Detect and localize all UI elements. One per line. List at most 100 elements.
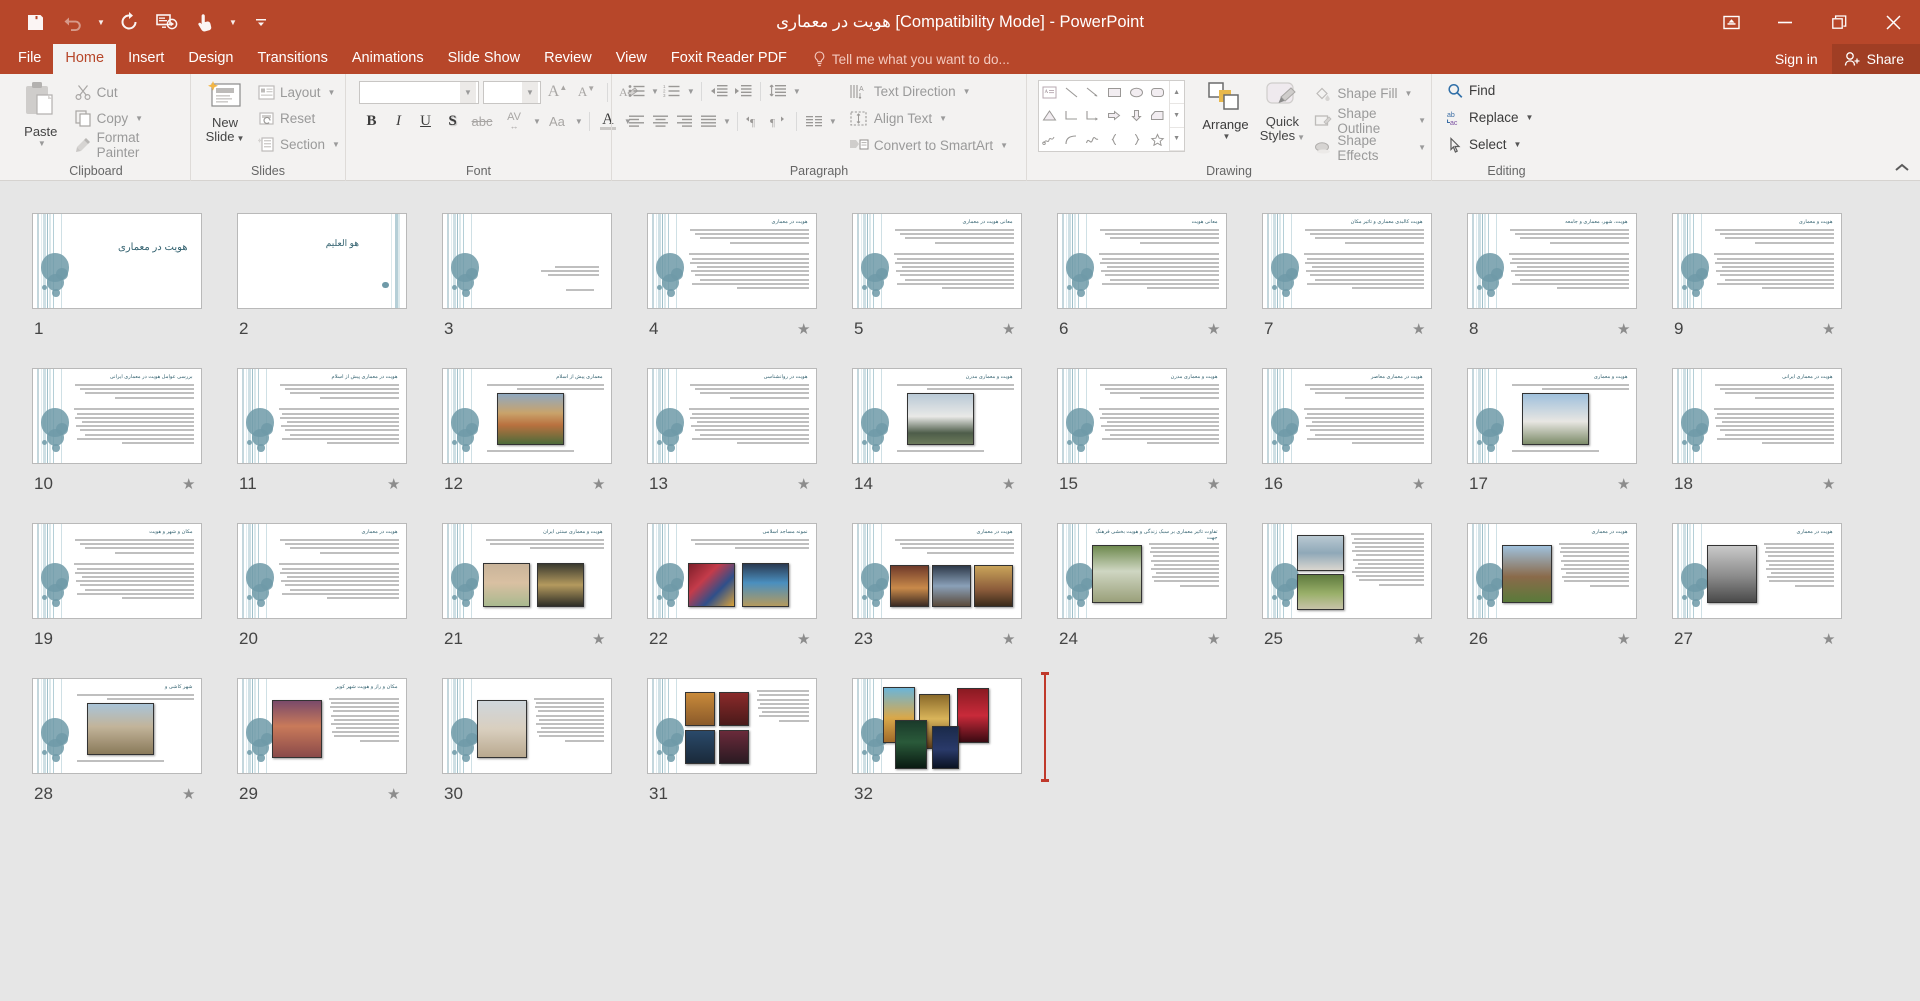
select-button[interactable]: Select ▼ — [1447, 133, 1533, 156]
slide-thumbnail-cell[interactable]: هو العلیم2 — [237, 213, 407, 347]
close-icon[interactable] — [1866, 0, 1920, 44]
slide-thumbnail[interactable]: هویت کالبدی معماری و تاثیر مکان — [1262, 213, 1432, 309]
slide-thumbnail-cell[interactable]: هویت در معماری1 — [32, 213, 202, 347]
slide-thumbnail-cell[interactable]: هویت در معماری4★ — [647, 213, 817, 347]
tell-me-search[interactable]: Tell me what you want to do... — [799, 46, 1022, 74]
character-spacing-dropdown-icon[interactable]: ▼ — [533, 117, 541, 126]
select-dropdown-icon[interactable]: ▼ — [1514, 140, 1522, 149]
touch-mode-icon[interactable] — [188, 7, 222, 37]
shapes-scroll-down-icon[interactable]: ▼ — [1170, 104, 1184, 127]
replace-button[interactable]: abac Replace ▼ — [1447, 106, 1533, 129]
slide-thumbnail[interactable]: هویت و معماری — [1467, 368, 1637, 464]
copy-button[interactable]: Copy ▼ — [75, 107, 185, 130]
section-button[interactable]: Section ▼ — [258, 133, 340, 156]
tab-animations[interactable]: Animations — [340, 44, 436, 74]
character-spacing-button[interactable]: AV ↔ — [499, 109, 529, 133]
slide-thumbnail-cell[interactable]: نمونه مساجد اسلامی22★ — [647, 523, 817, 657]
bullets-button[interactable] — [625, 80, 647, 102]
shape-fill-button[interactable]: Shape Fill ▼ — [1314, 82, 1426, 105]
slide-thumbnail-cell[interactable]: 3 — [442, 213, 612, 347]
animation-indicator-icon[interactable]: ★ — [1207, 475, 1220, 493]
share-button[interactable]: Share — [1832, 44, 1920, 74]
slide-thumbnail[interactable]: هویت در معماری معاصر — [1262, 368, 1432, 464]
font-size-combo[interactable]: ▼ — [483, 81, 541, 104]
shape-rounded-rectangle[interactable] — [1147, 81, 1169, 104]
animation-indicator-icon[interactable]: ★ — [797, 630, 810, 648]
slide-thumbnail[interactable]: معانی هویت — [1057, 213, 1227, 309]
slide-thumbnail[interactable]: هویت و معماری مدرن — [852, 368, 1022, 464]
shapes-gallery-more-icon[interactable]: ▼ — [1170, 128, 1184, 151]
paste-button[interactable]: Paste ▼ — [13, 78, 69, 148]
layout-button[interactable]: Layout ▼ — [258, 81, 340, 104]
shape-right-arrow[interactable] — [1104, 104, 1126, 127]
slide-thumbnail-cell[interactable]: مکان و شهر و هویت19 — [32, 523, 202, 657]
shape-triangle[interactable] — [1039, 104, 1061, 127]
slide-thumbnail[interactable]: هویت در معماری — [1467, 523, 1637, 619]
format-painter-button[interactable]: Format Painter — [75, 133, 185, 156]
animation-indicator-icon[interactable]: ★ — [1207, 630, 1220, 648]
slide-thumbnail[interactable] — [442, 213, 612, 309]
strikethrough-button[interactable]: abc — [467, 109, 497, 133]
line-spacing-dropdown-icon[interactable]: ▼ — [793, 87, 801, 96]
slide-thumbnail[interactable]: هویت در معماری — [32, 213, 202, 309]
columns-button[interactable] — [803, 110, 825, 132]
italic-button[interactable]: I — [386, 109, 411, 133]
shape-line[interactable] — [1061, 81, 1083, 104]
tab-view[interactable]: View — [604, 44, 659, 74]
align-text-button[interactable]: Align Text ▼ — [849, 107, 1008, 130]
slide-thumbnail[interactable]: هویت در معماری — [852, 523, 1022, 619]
collapse-ribbon-icon[interactable] — [1894, 163, 1910, 176]
animation-indicator-icon[interactable]: ★ — [1822, 475, 1835, 493]
slide-thumbnail[interactable]: نمونه مساجد اسلامی — [647, 523, 817, 619]
animation-indicator-icon[interactable]: ★ — [387, 475, 400, 493]
animation-indicator-icon[interactable]: ★ — [1412, 320, 1425, 338]
undo-icon[interactable] — [56, 7, 90, 37]
tab-review[interactable]: Review — [532, 44, 604, 74]
copy-dropdown-icon[interactable]: ▼ — [135, 114, 143, 123]
slide-thumbnail-cell[interactable]: هویت و معماری مدرن14★ — [852, 368, 1022, 502]
tab-transitions[interactable]: Transitions — [245, 44, 339, 74]
shape-oval[interactable] — [1125, 81, 1147, 104]
decrease-font-size-button[interactable]: A▼ — [574, 80, 599, 104]
slide-thumbnail[interactable]: هویت و معماری — [1672, 213, 1842, 309]
slide-thumbnail[interactable]: مکان و راز و هویت شهر کویر — [237, 678, 407, 774]
smartart-dropdown-icon[interactable]: ▼ — [1000, 141, 1008, 150]
slide-thumbnail-cell[interactable]: هویت در معماری معاصر16★ — [1262, 368, 1432, 502]
slide-thumbnail[interactable] — [852, 678, 1022, 774]
redo-icon[interactable] — [112, 7, 146, 37]
shape-curve[interactable] — [1061, 128, 1083, 151]
slide-thumbnail-cell[interactable]: هویت کالبدی معماری و تاثیر مکان7★ — [1262, 213, 1432, 347]
bold-button[interactable]: B — [359, 109, 384, 133]
font-size-dropdown-icon[interactable]: ▼ — [522, 82, 538, 103]
slide-thumbnail-cell[interactable]: 25★ — [1262, 523, 1432, 657]
slide-thumbnail[interactable]: هو العلیم — [237, 213, 407, 309]
animation-indicator-icon[interactable]: ★ — [1412, 475, 1425, 493]
animation-indicator-icon[interactable]: ★ — [1207, 320, 1220, 338]
shape-down-arrow[interactable] — [1125, 104, 1147, 127]
slide-thumbnail[interactable]: هویت در معماری — [237, 523, 407, 619]
shape-rectangle[interactable] — [1104, 81, 1126, 104]
customize-qat-icon[interactable] — [244, 7, 278, 37]
section-dropdown-icon[interactable]: ▼ — [332, 140, 340, 149]
slide-thumbnail-cell[interactable]: معماری پیش از اسلام12★ — [442, 368, 612, 502]
ribbon-display-options-icon[interactable] — [1704, 0, 1758, 44]
align-text-dropdown-icon[interactable]: ▼ — [939, 114, 947, 123]
animation-indicator-icon[interactable]: ★ — [182, 475, 195, 493]
slide-thumbnail-cell[interactable]: معانی هویت6★ — [1057, 213, 1227, 347]
quick-styles-dropdown-icon[interactable]: ▼ — [1297, 133, 1305, 142]
slide-thumbnail-cell[interactable]: هویت در معماری23★ — [852, 523, 1022, 657]
slide-thumbnail-cell[interactable]: هویت در معماری پیش از اسلام11★ — [237, 368, 407, 502]
decrease-indent-button[interactable] — [708, 80, 730, 102]
quick-styles-button[interactable]: Quick Styles▼ — [1254, 79, 1310, 145]
slide-thumbnail[interactable]: هویت و معماری سنتی ایران — [442, 523, 612, 619]
shapes-gallery-scrollbar[interactable]: ▲ ▼ ▼ — [1169, 81, 1184, 151]
change-case-button[interactable]: Aa — [543, 109, 571, 133]
slide-thumbnail[interactable]: هویت در معماری — [1672, 523, 1842, 619]
slide-thumbnail-cell[interactable]: هویت در روانشناسی13★ — [647, 368, 817, 502]
animation-indicator-icon[interactable]: ★ — [1617, 630, 1630, 648]
shape-elbow-connector[interactable] — [1061, 104, 1083, 127]
replace-dropdown-icon[interactable]: ▼ — [1526, 113, 1534, 122]
shape-folded-corner[interactable] — [1147, 104, 1169, 127]
tab-design[interactable]: Design — [176, 44, 245, 74]
slide-thumbnail[interactable]: هویت در معماری ایرانی — [1672, 368, 1842, 464]
